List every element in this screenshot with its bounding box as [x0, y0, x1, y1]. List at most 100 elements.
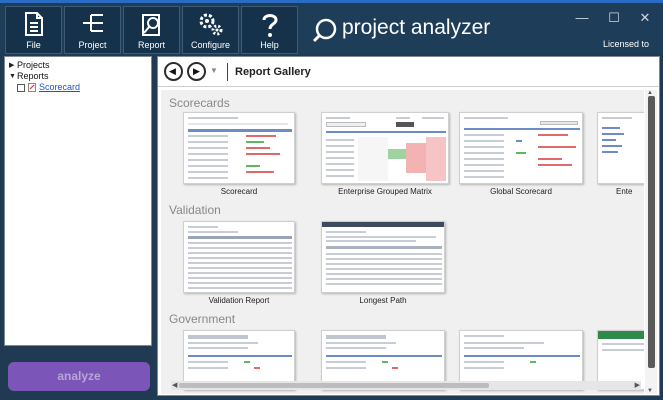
thumb-line	[188, 247, 292, 249]
thumb-line	[188, 257, 292, 259]
thumb-bar	[538, 146, 576, 148]
thumb-line	[464, 164, 504, 166]
thumb-line	[188, 335, 248, 339]
gallery-content: Scorecards Scorecard Enterprise Grouped …	[161, 90, 644, 394]
brand-name: project analyzer	[342, 16, 491, 39]
thumbnail-validation-report[interactable]	[183, 221, 295, 293]
scorecard-checkbox[interactable]	[17, 83, 25, 92]
configure-button[interactable]: Configure	[182, 6, 239, 54]
caption-global-scorecard[interactable]: Global Scorecard	[456, 187, 586, 196]
thumb-line	[602, 151, 618, 153]
thumb-line	[188, 231, 238, 233]
thumb-bar	[516, 140, 522, 142]
thumb-line	[326, 117, 350, 119]
thumbnail-longest-path[interactable]	[321, 221, 445, 293]
project-label: Project	[78, 40, 107, 50]
thumb-line	[326, 145, 354, 147]
file-button[interactable]: File	[5, 6, 62, 54]
thumb-line	[326, 151, 354, 153]
thumb-bar	[382, 361, 388, 363]
thumb-line	[326, 131, 446, 133]
thumb-line	[464, 170, 504, 172]
caption-enterprise-grouped-matrix[interactable]: Enterprise Grouped Matrix	[320, 187, 450, 196]
thumb-line	[188, 242, 292, 244]
vertical-scroll-thumb[interactable]	[648, 96, 655, 368]
thumb-line	[188, 267, 292, 269]
thumb-header	[598, 331, 644, 339]
close-button[interactable]: ✕	[630, 9, 660, 27]
thumb-line	[326, 163, 354, 165]
project-button[interactable]: Project	[64, 6, 121, 54]
help-label: Help	[260, 40, 279, 50]
scroll-left-icon[interactable]: ◀	[172, 381, 177, 389]
thumb-line	[464, 134, 504, 136]
thumb-line	[464, 342, 544, 344]
collapse-icon[interactable]: ▼	[9, 71, 17, 82]
scroll-down-icon[interactable]: ▼	[647, 388, 653, 394]
thumb-line	[326, 246, 442, 249]
thumb-line	[602, 145, 622, 147]
report-document-icon	[28, 83, 36, 92]
thumb-line	[188, 252, 292, 254]
thumb-line	[326, 283, 442, 285]
tree-item-projects[interactable]: ▶ Projects	[9, 60, 147, 71]
thumbnail-enterprise-grouped-matrix[interactable]	[321, 112, 449, 184]
thumbnail-global-scorecard[interactable]	[459, 112, 583, 184]
licensed-label: Licensed to	[602, 39, 649, 49]
thumb-line	[188, 355, 292, 357]
scroll-right-icon[interactable]: ▶	[635, 381, 640, 389]
thumb-line	[464, 176, 504, 178]
help-button[interactable]: Help	[241, 6, 298, 54]
thumb-bar	[392, 367, 398, 369]
report-button[interactable]: Report	[123, 6, 180, 54]
thumb-line	[464, 355, 580, 357]
thumb-line	[602, 117, 632, 119]
help-icon	[262, 14, 278, 37]
history-dropdown-icon[interactable]: ▼	[210, 66, 218, 75]
thumb-field	[326, 122, 366, 127]
expand-icon[interactable]: ▶	[9, 60, 17, 71]
tree-item-reports[interactable]: ▼ Reports	[9, 71, 147, 82]
thumb-bar	[538, 134, 568, 136]
thumb-line	[188, 272, 292, 274]
matrix-cell	[426, 137, 446, 181]
gears-icon	[199, 13, 222, 36]
thumb-line	[326, 258, 442, 260]
thumb-line	[326, 139, 354, 141]
thumb-line	[326, 169, 354, 171]
analyze-button[interactable]: analyze	[8, 362, 150, 391]
caption-scorecard[interactable]: Scorecard	[174, 187, 304, 196]
scorecard-link[interactable]: Scorecard	[39, 82, 80, 93]
matrix-cell	[406, 143, 426, 173]
thumb-line	[188, 153, 228, 155]
forward-button[interactable]: ▶	[187, 62, 206, 81]
section-heading-validation: Validation	[169, 203, 221, 217]
section-heading-government: Government	[169, 312, 236, 326]
back-button[interactable]: ◀	[164, 62, 183, 81]
thumb-line	[188, 147, 228, 149]
horizontal-scrollbar[interactable]: ◀ ▶	[171, 381, 641, 390]
title-bar: File Project Report Configure Help proje…	[0, 0, 663, 54]
thumb-line	[326, 335, 386, 339]
section-heading-scorecards: Scorecards	[169, 96, 230, 110]
caption-longest-path[interactable]: Longest Path	[318, 296, 448, 305]
thumbnail-enterprise-partial[interactable]	[597, 112, 644, 184]
caption-enterprise-partial[interactable]: Ente	[616, 187, 644, 196]
thumbnail-scorecard[interactable]	[183, 112, 295, 184]
thumb-line	[326, 361, 366, 363]
horizontal-scroll-thumb[interactable]	[179, 383, 489, 388]
thumb-line	[326, 253, 442, 255]
thumb-line	[464, 367, 504, 369]
tree-item-scorecard[interactable]: Scorecard	[9, 82, 147, 93]
thumb-field	[540, 121, 578, 125]
maximize-button[interactable]: ☐	[599, 9, 629, 27]
thumb-line	[326, 231, 366, 233]
thumb-line	[464, 152, 504, 154]
minimize-button[interactable]: —	[567, 9, 597, 27]
vertical-scrollbar[interactable]: ▲ ▼	[645, 90, 657, 394]
thumb-bar	[246, 171, 274, 173]
thumb-line	[188, 117, 238, 119]
thumb-line	[326, 157, 354, 159]
tree-label-projects: Projects	[17, 60, 50, 70]
caption-validation-report[interactable]: Validation Report	[174, 296, 304, 305]
